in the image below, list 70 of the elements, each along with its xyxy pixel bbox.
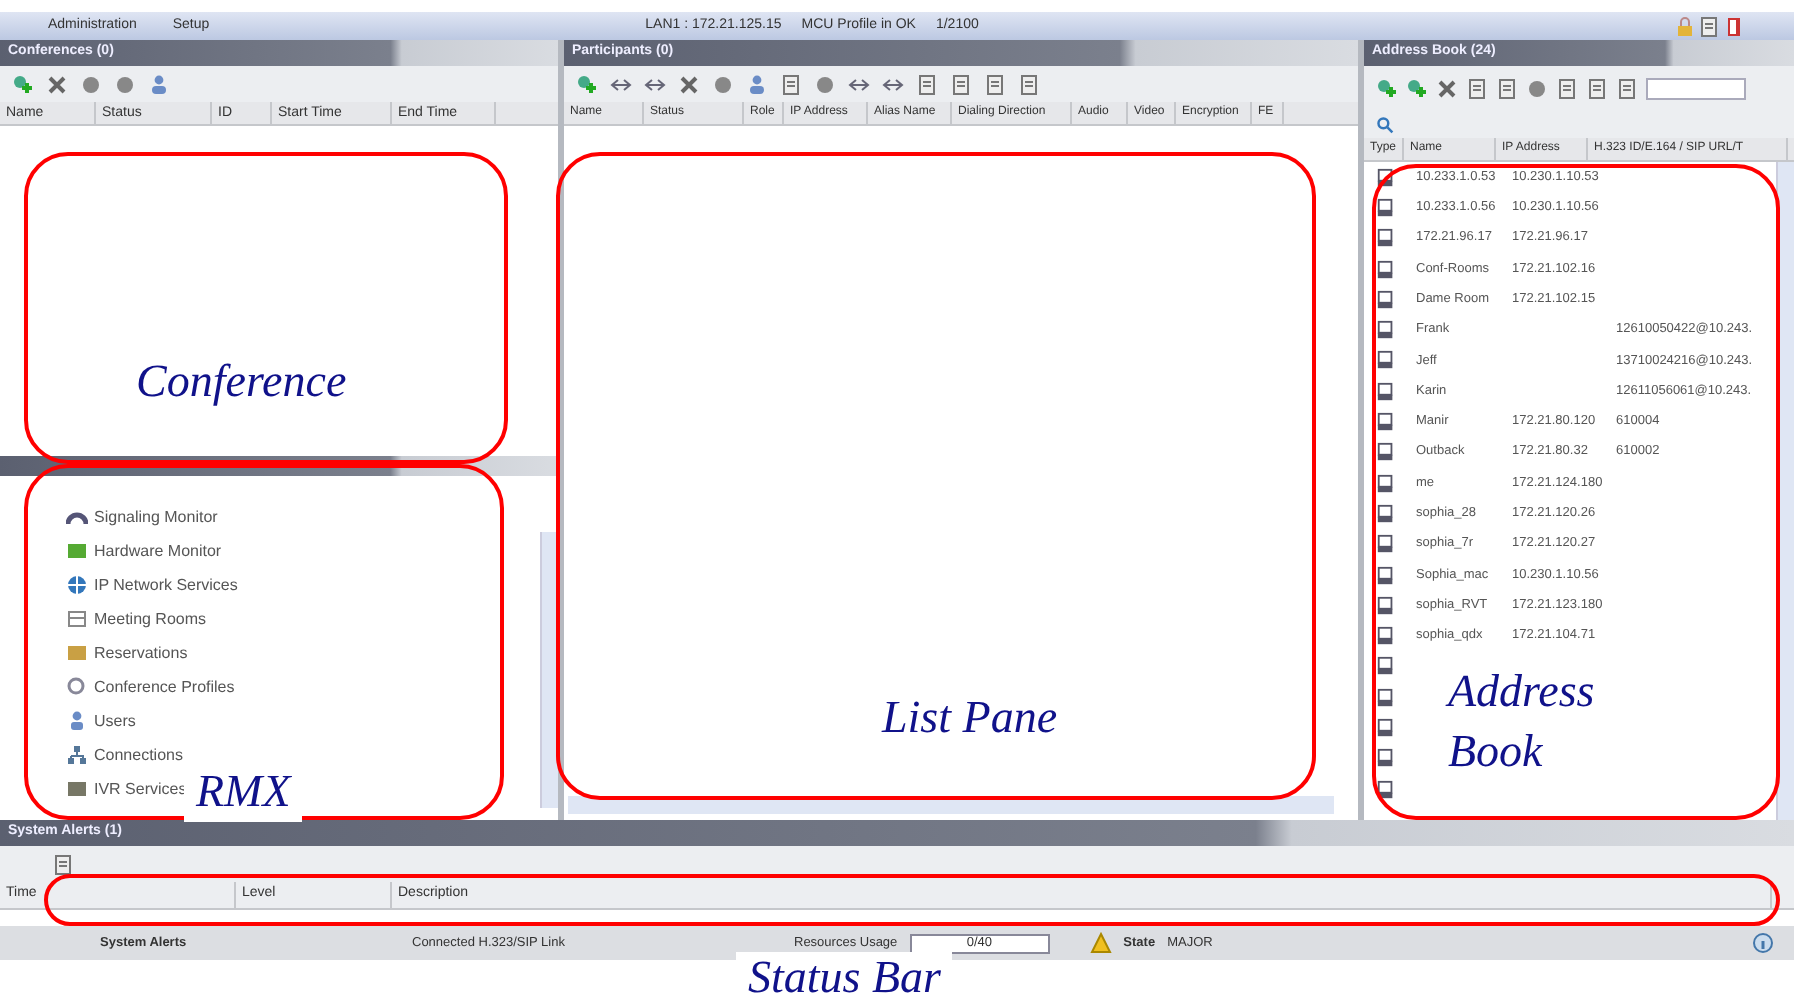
navigation-item[interactable]: Meeting Rooms	[94, 607, 207, 631]
terminal-icon	[1376, 503, 1396, 524]
document-icon[interactable]	[1556, 77, 1578, 99]
navigation-item[interactable]: Signaling Monitor	[94, 505, 218, 529]
navigation-item[interactable]: IVR Services	[94, 777, 187, 801]
add-icon[interactable]	[12, 73, 34, 95]
add-icon[interactable]	[576, 73, 598, 95]
network-icon[interactable]	[66, 744, 88, 766]
navigation-item[interactable]: Connections	[94, 743, 183, 767]
arrows-icon[interactable]	[610, 73, 632, 95]
terminal-icon	[1376, 779, 1396, 800]
document-icon[interactable]	[1616, 77, 1638, 99]
terminal-icon	[1376, 381, 1396, 402]
person-icon[interactable]	[148, 73, 170, 95]
terminal-icon	[1376, 595, 1396, 616]
lock-icon[interactable]	[1673, 15, 1695, 37]
document-icon[interactable]	[780, 73, 802, 95]
room-icon[interactable]	[66, 608, 88, 630]
warning-icon	[1089, 932, 1112, 954]
globe-icon[interactable]	[66, 574, 88, 596]
delete-icon[interactable]	[678, 73, 700, 95]
terminal-icon	[1376, 626, 1396, 647]
terminal-icon	[1376, 259, 1396, 280]
info-icon[interactable]	[1752, 932, 1774, 954]
terminal-icon	[1376, 717, 1396, 738]
arrows-icon[interactable]	[848, 73, 870, 95]
terminal-icon	[1376, 442, 1396, 463]
arrows-icon[interactable]	[882, 73, 904, 95]
terminal-icon	[1376, 412, 1396, 433]
navigation-item[interactable]: IP Network Services	[94, 573, 238, 597]
delete-icon[interactable]	[46, 73, 68, 95]
document-icon[interactable]	[1018, 73, 1040, 95]
search-icon[interactable]	[1376, 115, 1394, 133]
document-icon[interactable]	[950, 73, 972, 95]
disc-icon[interactable]	[814, 73, 836, 95]
terminal-icon	[1376, 197, 1396, 218]
delete-icon[interactable]	[1436, 77, 1458, 99]
disc-icon[interactable]	[80, 73, 102, 95]
person-icon[interactable]	[746, 73, 768, 95]
navigation-item[interactable]: Users	[94, 709, 136, 733]
add-icon[interactable]	[1376, 77, 1398, 99]
user-icon[interactable]	[66, 710, 88, 732]
document-icon[interactable]	[1586, 77, 1608, 99]
add-icon[interactable]	[1406, 77, 1428, 99]
terminal-icon	[1376, 656, 1396, 677]
document-icon[interactable]	[916, 73, 938, 95]
terminal-icon	[1376, 350, 1396, 371]
terminal-icon	[1376, 534, 1396, 555]
navigation-item[interactable]: Reservations	[94, 641, 188, 665]
terminal-icon	[1376, 748, 1396, 769]
document-icon[interactable]	[1496, 77, 1518, 99]
disc-icon[interactable]	[712, 73, 734, 95]
document-icon[interactable]	[1466, 77, 1488, 99]
disc-icon[interactable]	[114, 73, 136, 95]
arrows-icon[interactable]	[644, 73, 666, 95]
document-icon[interactable]	[52, 853, 74, 875]
exit-icon[interactable]	[1724, 15, 1746, 37]
document-icon[interactable]	[1698, 15, 1721, 37]
disc-icon[interactable]	[1526, 77, 1548, 99]
navigation-item[interactable]: Hardware Monitor	[94, 539, 222, 563]
terminal-icon	[1376, 565, 1396, 585]
terminal-icon	[1376, 473, 1396, 494]
navigation-item[interactable]: Conference Profiles	[94, 675, 235, 699]
search-field[interactable]	[1646, 77, 1746, 99]
terminal-icon	[1376, 289, 1396, 310]
terminal-icon	[1376, 687, 1396, 708]
terminal-icon	[1376, 228, 1396, 249]
document-icon[interactable]	[984, 73, 1006, 95]
terminal-icon	[1376, 320, 1396, 341]
terminal-icon	[1376, 167, 1396, 188]
